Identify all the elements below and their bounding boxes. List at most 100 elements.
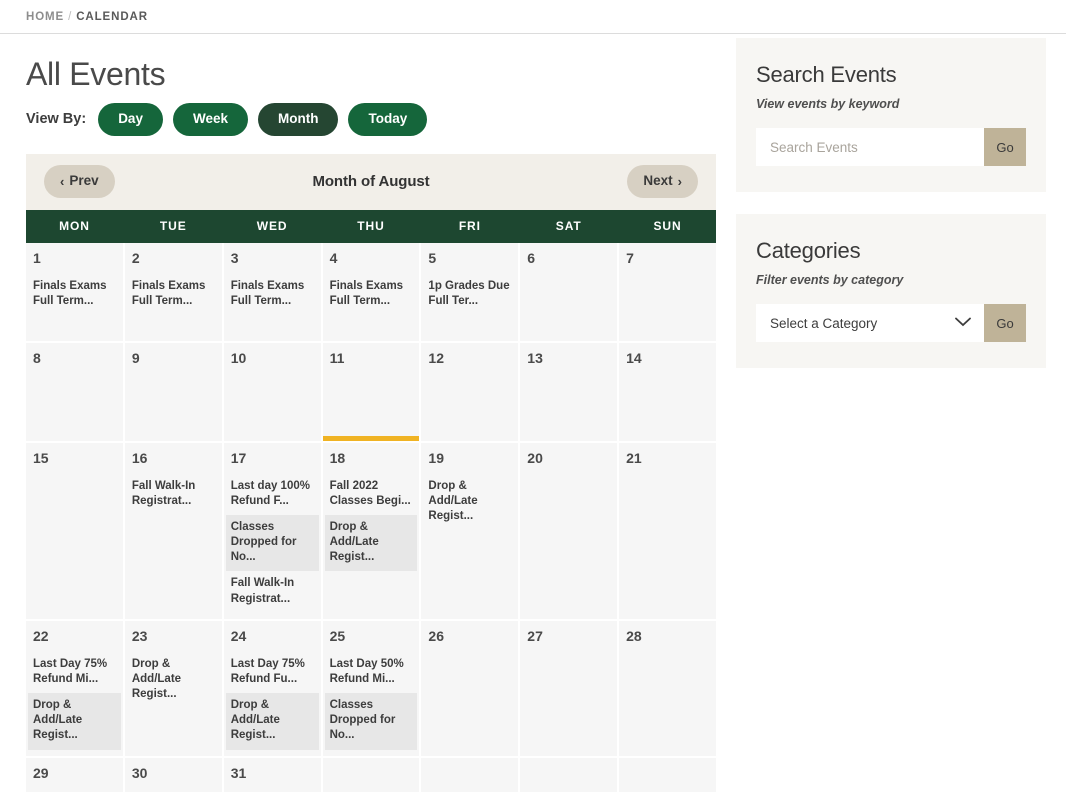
calendar-day-number: 22 xyxy=(33,627,49,644)
categories-widget-title: Categories xyxy=(756,238,861,263)
prev-month-button[interactable]: ‹ Prev xyxy=(44,165,115,198)
calendar-cell: 18 Fall 2022 Classes Begi... Drop & Add/La… xyxy=(322,442,420,619)
calendar-day-number: 15 xyxy=(33,449,49,466)
calendar-day-number: 9 xyxy=(131,349,140,366)
calendar-cell: 9 xyxy=(124,342,222,441)
calendar-cell: 22 Last Day 75% Refund Mi... Drop & Add/La… xyxy=(26,620,123,756)
calendar-event[interactable]: Last Day 50% Refund Fu... xyxy=(226,789,319,792)
calendar-event-list: Drop & Add/Late Regist... xyxy=(132,652,215,709)
view-by-today-button[interactable]: Today xyxy=(348,103,428,136)
search-field-row: Go xyxy=(756,128,1026,166)
category-select[interactable]: Select a Category xyxy=(756,304,984,342)
calendar-event[interactable]: Finals Exams Full Term... xyxy=(28,274,121,315)
calendar-day-number: 14 xyxy=(626,349,642,366)
calendar-event[interactable]: Last Day 75% Refund Fu... xyxy=(226,652,319,693)
calendar-event[interactable]: Drop & Add/Late Regist... xyxy=(127,652,220,709)
calendar-day-number: 20 xyxy=(527,449,543,466)
categories-widget: Categories Filter events by category Sel… xyxy=(736,214,1046,368)
calendar-event[interactable]: Drop & Add/Late Regist... xyxy=(423,474,516,531)
calendar-event[interactable]: 1p Grades Due Full Ter... xyxy=(423,274,516,315)
calendar-event[interactable]: Drop & Add/Late Regist... xyxy=(225,693,319,750)
chevron-right-icon: › xyxy=(677,173,682,189)
category-go-button[interactable]: Go xyxy=(984,304,1026,342)
calendar-cell: 13 xyxy=(520,342,618,441)
next-month-label: Next xyxy=(643,173,673,189)
weekday-fri: FRI xyxy=(421,209,519,243)
calendar-event-list: Fall Walk-In Registrat... xyxy=(132,474,215,515)
calendar-event[interactable]: Finals Exams Full Term... xyxy=(226,274,319,315)
calendar-event[interactable]: Fall 2022 Classes Begi... xyxy=(325,474,418,515)
month-navigation-bar: ‹ Prev Month of August Next › xyxy=(26,153,716,210)
calendar-cell: 3 Finals Exams Full Term... xyxy=(223,242,321,341)
breadcrumb-separator: / xyxy=(68,10,73,23)
calendar-event-list: Drop & Add/Late Regist... xyxy=(428,474,511,531)
breadcrumb-home[interactable]: HOME xyxy=(26,11,64,23)
category-field-row: Select a Category Go xyxy=(756,304,1026,342)
weekday-mon: MON xyxy=(26,209,123,243)
view-by-week-button[interactable]: Week xyxy=(172,103,248,136)
search-input[interactable] xyxy=(756,128,984,166)
next-month-button[interactable]: Next › xyxy=(627,165,698,198)
view-by-label: View By: xyxy=(26,111,87,128)
calendar-event[interactable]: Drop & Add/Late Regist... xyxy=(28,693,121,750)
calendar-event[interactable]: Last Day 50% Refund Mi... xyxy=(325,652,418,693)
calendar-event[interactable]: Fall Walk-In Registrat... xyxy=(226,571,319,612)
calendar-cell: 12 xyxy=(421,342,519,441)
calendar-cell: 5 1p Grades Due Full Ter... xyxy=(421,242,519,341)
main-column: All Events View By: Day Week Month Today… xyxy=(26,34,716,792)
calendar-event[interactable]: Drop & Add/Late Regist... xyxy=(324,514,418,572)
calendar-event[interactable]: Finals Exams Full Term... xyxy=(325,274,418,315)
calendar-event-list: Last day 100% Refund F... Classes Dropped… xyxy=(225,474,319,613)
weekday-sun: SUN xyxy=(619,209,716,243)
calendar-cell: 6 xyxy=(520,242,618,341)
calendar-event[interactable]: Classes Dropped for No... xyxy=(324,693,418,750)
calendar-event[interactable]: Last Day 25% Refund Mi... xyxy=(127,789,220,792)
calendar-event-list: Last Day 50% Refund Fu... xyxy=(231,789,314,792)
calendar-day-number: 10 xyxy=(230,349,247,366)
calendar-event-list: Last Day 75% Refund Fu... Drop & Add/Late… xyxy=(225,652,319,750)
page-layout: All Events View By: Day Week Month Today… xyxy=(0,34,1090,792)
calendar-cell: 26 xyxy=(421,620,519,756)
calendar-day-number: 13 xyxy=(527,349,543,366)
calendar-day-number: 8 xyxy=(33,349,41,366)
calendar-day-number: 7 xyxy=(626,249,634,266)
calendar-cell: 31 Last Day 50% Refund Fu... xyxy=(223,757,321,792)
breadcrumb: HOME / CALENDAR xyxy=(26,11,148,23)
search-go-button[interactable]: Go xyxy=(984,128,1026,166)
calendar-day-number: 18 xyxy=(329,449,346,466)
month-title: Month of August xyxy=(312,173,430,190)
calendar-event[interactable]: Last Day 75% Refund Mi... xyxy=(28,652,121,693)
calendar-event-list: Finals Exams Full Term... xyxy=(330,274,413,315)
calendar-cell-empty xyxy=(322,757,420,792)
calendar-weekday-header: MON TUE WED THU FRI SAT SUN xyxy=(26,209,716,243)
calendar-cell: 10 xyxy=(223,342,321,441)
calendar-event-list: Last Day 25% Refund Mi... xyxy=(132,789,215,792)
calendar-cell: 23 Drop & Add/Late Regist... xyxy=(124,620,222,756)
calendar-cell: 29 xyxy=(26,757,123,792)
calendar-cell: 2 Finals Exams Full Term... xyxy=(124,242,222,341)
chevron-down-icon xyxy=(955,314,971,332)
calendar-event[interactable]: Fall Walk-In Registrat... xyxy=(127,474,220,515)
search-widget-title: Search Events xyxy=(756,62,897,87)
calendar-event[interactable]: Finals Exams Full Term... xyxy=(127,274,220,315)
breadcrumb-current: CALENDAR xyxy=(76,10,148,23)
calendar-day-number: 17 xyxy=(230,449,247,466)
calendar-cell: 24 Last Day 75% Refund Fu... Drop & Add/La… xyxy=(223,620,321,756)
weekday-wed: WED xyxy=(223,209,321,243)
calendar-cell: 30 Last Day 25% Refund Mi... xyxy=(124,757,222,792)
weekday-thu: THU xyxy=(322,209,420,243)
search-widget-subtitle: View events by keyword xyxy=(756,97,900,111)
view-by-day-button[interactable]: Day xyxy=(98,103,163,136)
calendar-day-number: 27 xyxy=(527,627,543,644)
calendar-day-number: 3 xyxy=(230,249,239,266)
calendar-event[interactable]: Classes Dropped for No... xyxy=(225,514,319,572)
sidebar: Search Events View events by keyword Go … xyxy=(736,34,1046,792)
calendar-cell: 27 xyxy=(520,620,618,756)
calendar-day-number: 12 xyxy=(428,349,444,366)
calendar-day-number: 1 xyxy=(33,249,41,266)
chevron-left-icon: ‹ xyxy=(60,173,65,189)
calendar-day-number: 24 xyxy=(230,627,247,644)
calendar-cell-empty xyxy=(619,757,716,792)
calendar-event[interactable]: Last day 100% Refund F... xyxy=(226,474,319,515)
view-by-month-button[interactable]: Month xyxy=(257,103,339,136)
